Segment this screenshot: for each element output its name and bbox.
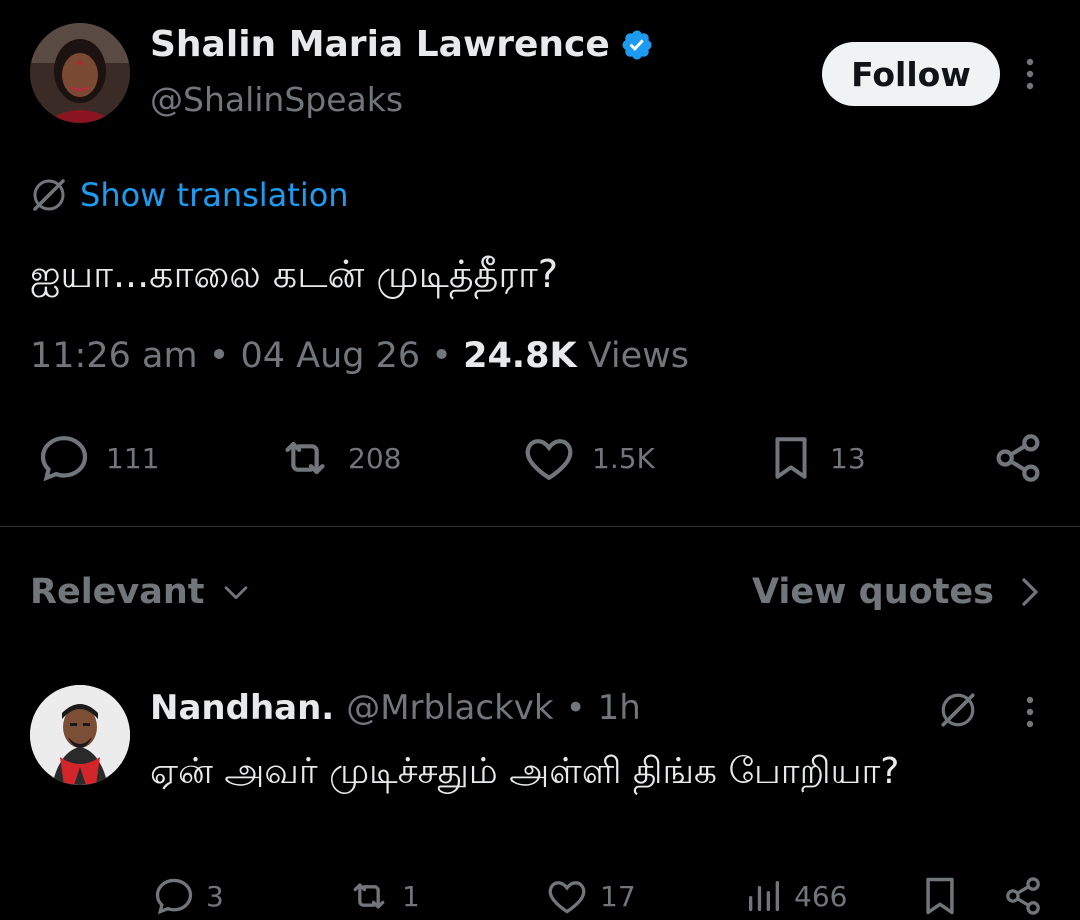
- analytics-icon: [744, 874, 784, 918]
- more-options-icon[interactable]: [1018, 56, 1042, 92]
- reply-share-button[interactable]: [1000, 872, 1046, 920]
- heart-icon: [520, 430, 578, 486]
- show-translation-label[interactable]: Show translation: [80, 176, 349, 214]
- follow-button[interactable]: Follow: [822, 42, 1000, 106]
- reply-separator: •: [565, 688, 586, 728]
- share-button[interactable]: [990, 430, 1046, 486]
- tweet-action-bar: 111 208 1.5K 13: [0, 430, 1080, 486]
- reply-author-name[interactable]: Nandhan.: [150, 688, 334, 728]
- share-icon: [990, 430, 1046, 486]
- bookmark-icon: [766, 430, 816, 486]
- reply-views-button[interactable]: 466: [744, 872, 847, 920]
- heart-icon: [544, 874, 590, 918]
- show-translation-link[interactable]: Show translation: [30, 175, 349, 215]
- chevron-down-icon: [219, 575, 253, 609]
- reply-count: 111: [106, 441, 160, 475]
- section-divider: [0, 526, 1080, 527]
- chevron-right-icon: [1018, 574, 1042, 610]
- repost-count: 208: [348, 441, 402, 475]
- bookmark-button[interactable]: 13: [766, 430, 866, 486]
- reply-author-handle[interactable]: @Mrblackvk: [346, 688, 553, 728]
- grok-translate-icon: [30, 176, 68, 214]
- view-quotes-link[interactable]: View quotes: [752, 566, 1042, 618]
- reply-text: ஏன் அவர் முடிச்சதும் அள்ளி திங்க போறியா?: [150, 751, 900, 792]
- reply-bookmark-button[interactable]: [918, 872, 962, 920]
- reply-like-count: 17: [600, 879, 636, 913]
- meta-separator: •: [431, 336, 452, 376]
- view-quotes-label[interactable]: View quotes: [752, 572, 994, 612]
- reply-more-options-icon[interactable]: [1018, 694, 1042, 730]
- repost-icon: [346, 874, 392, 918]
- author-avatar[interactable]: [30, 23, 130, 123]
- like-button[interactable]: 1.5K: [520, 430, 655, 486]
- reply-views-count: 466: [794, 879, 848, 913]
- grok-icon[interactable]: [938, 690, 978, 730]
- author-name[interactable]: Shalin Maria Lawrence: [150, 24, 654, 65]
- reply-like-button[interactable]: 17: [544, 872, 636, 920]
- verified-badge-icon: [620, 28, 654, 62]
- bookmark-count: 13: [830, 441, 866, 475]
- repost-icon: [276, 430, 334, 486]
- reply-repost-button[interactable]: 1: [346, 872, 420, 920]
- tweet-time[interactable]: 11:26 am: [30, 336, 198, 376]
- reply-avatar[interactable]: [30, 685, 130, 785]
- author-handle[interactable]: @ShalinSpeaks: [150, 80, 403, 119]
- reply-time[interactable]: 1h: [598, 688, 641, 728]
- reply-repost-count: 1: [402, 879, 420, 913]
- share-icon: [1000, 874, 1046, 918]
- views-label: Views: [587, 336, 690, 376]
- like-count: 1.5K: [592, 441, 655, 475]
- reply-action-bar: 3 1 17 466: [0, 872, 1080, 920]
- reply-header: Nandhan. @Mrblackvk • 1h: [150, 688, 641, 728]
- repost-button[interactable]: 208: [276, 430, 401, 486]
- reply-icon: [36, 430, 92, 486]
- reply-reply-button[interactable]: 3: [152, 872, 224, 920]
- reply-icon: [152, 874, 196, 918]
- sort-dropdown[interactable]: Relevant: [30, 566, 253, 618]
- sort-label[interactable]: Relevant: [30, 572, 205, 612]
- author-name-text[interactable]: Shalin Maria Lawrence: [150, 24, 610, 65]
- tweet-date[interactable]: 04 Aug 26: [240, 336, 420, 376]
- tweet-meta: 11:26 am • 04 Aug 26 • 24.8K Views: [30, 336, 689, 376]
- bookmark-icon: [918, 874, 962, 918]
- tweet-text: ஐயா...காலை கடன் முடித்தீரா?: [30, 252, 558, 296]
- meta-separator: •: [208, 336, 230, 376]
- reply-reply-count: 3: [206, 879, 224, 913]
- reply-button[interactable]: 111: [36, 430, 159, 486]
- views-count: 24.8K: [463, 336, 577, 376]
